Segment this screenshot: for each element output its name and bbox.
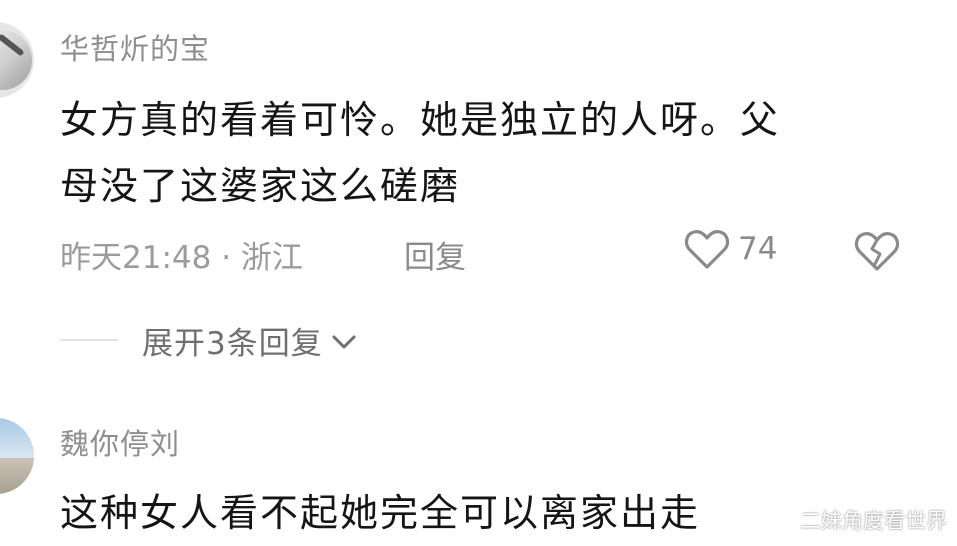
comment-text-line: 母没了这婆家这么磋磨 (60, 164, 461, 208)
comment-text-line: 女方真的看着可怜。她是独立的人呀。父 (60, 98, 781, 142)
comment-meta: 昨天21:48 · 浙江 (60, 240, 303, 276)
expand-replies-label: 展开3条回复 (142, 326, 323, 362)
avatar-detail (0, 458, 34, 494)
reply-button[interactable]: 回复 (404, 232, 466, 277)
avatar[interactable] (0, 418, 34, 494)
dislike-button[interactable] (854, 230, 900, 276)
comment-username[interactable]: 魏你停刘 (60, 421, 180, 463)
watermark: 二妹角度看世界 (800, 509, 947, 533)
broken-heart-icon (854, 232, 900, 271)
comment-username[interactable]: 华哲炘的宝 (60, 26, 210, 68)
comment-text-line: 这种女人看不起她完全可以离家出走 (60, 491, 701, 535)
heart-icon (684, 230, 730, 269)
expand-replies-button[interactable]: 展开3条回复 (142, 318, 359, 363)
replies-divider (60, 339, 118, 341)
chevron-down-icon (332, 335, 356, 348)
like-button[interactable]: 74 (684, 228, 777, 270)
like-count: 74 (738, 231, 778, 267)
avatar-image (0, 418, 34, 458)
avatar[interactable] (0, 22, 34, 98)
